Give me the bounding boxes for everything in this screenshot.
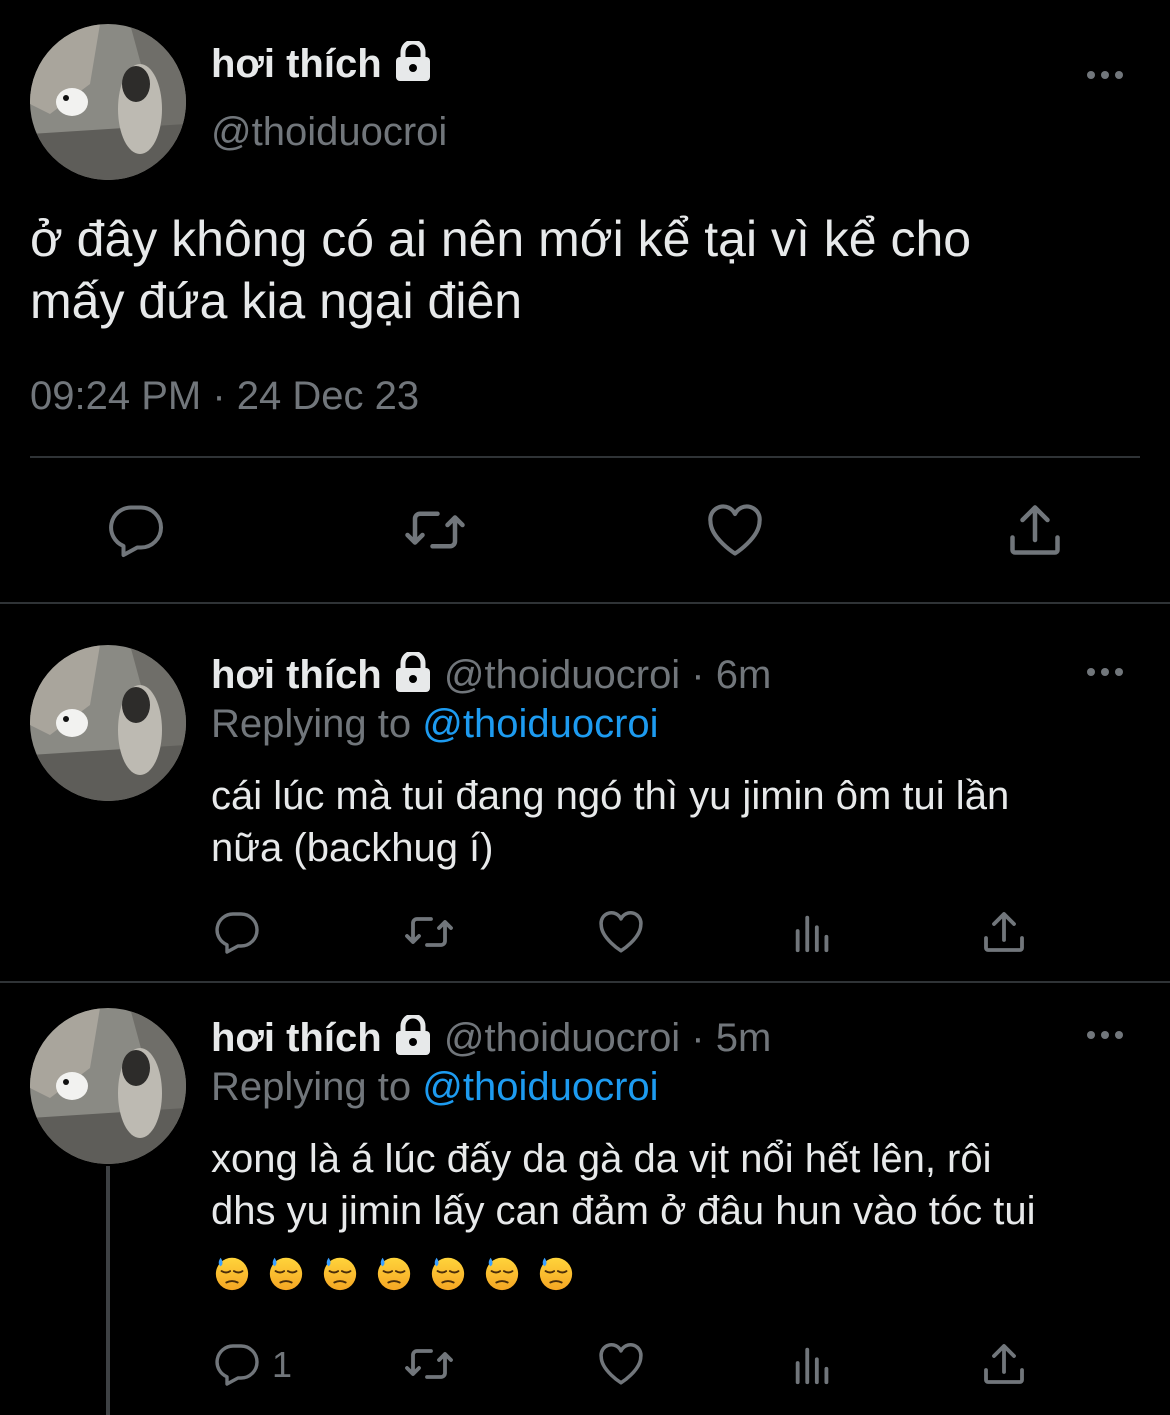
display-name-text: hơi thích [211,42,382,86]
like-button[interactable] [596,1340,646,1386]
share-button[interactable] [980,908,1028,956]
downcast-sweat-emoji [431,1257,465,1291]
reply-header: hơi thích @thoiduocroi · 6m [211,652,771,698]
share-icon [984,912,1024,952]
retweet-button[interactable] [402,1340,456,1388]
avatar[interactable] [30,24,186,180]
replying-handle-link[interactable]: @thoiduocroi [422,1065,658,1109]
reply-count: 1 [272,1344,293,1385]
reply-text-line: cái lúc mà tui đang ngó thì yu jimin ôm … [211,774,1010,818]
retweet-icon [405,511,465,549]
heart-icon [599,1343,643,1385]
reply-text-line: nữa (backhug í) [211,826,494,870]
lock-icon [395,652,430,693]
downcast-sweat-emoji [539,1257,573,1291]
emoji-row [213,1254,591,1292]
bar-chart-icon [795,1347,829,1385]
heart-icon [599,911,643,953]
tweet-text-line: mấy đứa kia ngại điên [30,273,523,329]
thread-line [106,1166,110,1415]
speech-bubble-icon [215,1344,259,1386]
tweet-text-line: ở đây không có ai nên mới kể tại vì kể c… [30,211,972,267]
replying-handle-link[interactable]: @thoiduocroi [422,702,658,746]
display-name[interactable]: hơi thích [211,41,433,87]
display-name[interactable]: hơi thích [211,653,382,697]
reply-text: cái lúc mà tui đang ngó thì yu jimin ôm … [211,770,1009,874]
retweet-button[interactable] [402,908,456,956]
avatar[interactable] [30,1008,186,1164]
downcast-sweat-emoji [377,1257,411,1291]
share-icon [1010,505,1060,555]
downcast-sweat-emoji [485,1257,519,1291]
downcast-sweat-emoji [269,1257,303,1291]
reply-button[interactable] [213,908,261,956]
timestamp[interactable]: 09:24 PM · 24 Dec 23 [30,374,419,419]
reply-text-line: xong là á lúc đấy da gà da vịt nổi hết l… [211,1137,992,1181]
like-button[interactable] [704,500,766,558]
lock-icon [395,41,430,82]
speech-bubble-icon [215,912,259,954]
speech-bubble-icon [109,505,163,557]
downcast-sweat-emoji [323,1257,357,1291]
like-button[interactable] [596,908,646,954]
divider [0,602,1170,604]
reply-text-line: dhs yu jimin lấy can đảm ở đâu hun vào t… [211,1189,1036,1233]
more-icon[interactable] [1087,69,1127,81]
views-button[interactable] [790,910,836,956]
retweet-icon [405,1349,453,1379]
handle[interactable]: @thoiduocroi [211,110,447,155]
share-icon [984,1344,1024,1384]
handle-time[interactable]: @thoiduocroi · 6m [444,653,771,697]
replying-prefix: Replying to [211,1065,412,1109]
handle-time[interactable]: @thoiduocroi · 5m [444,1016,771,1060]
tweet-text: ở đây không có ai nên mới kể tại vì kể c… [30,208,971,332]
reply-header: hơi thích @thoiduocroi · 5m [211,1015,771,1061]
views-button[interactable] [790,1342,836,1388]
share-button[interactable] [980,1340,1028,1388]
display-name[interactable]: hơi thích [211,1016,382,1060]
retweet-button[interactable] [402,500,468,560]
share-button[interactable] [1005,500,1065,560]
divider [0,981,1170,983]
lock-icon [395,1015,430,1056]
more-icon[interactable] [1087,666,1127,678]
reply-button[interactable] [213,1340,261,1388]
replying-to: Replying to @thoiduocroi [211,702,659,747]
divider [30,456,1140,458]
replying-prefix: Replying to [211,702,412,746]
replying-to: Replying to @thoiduocroi [211,1065,659,1110]
heart-icon [708,504,762,556]
retweet-icon [405,917,453,947]
bar-chart-icon [795,915,829,953]
reply-button[interactable] [106,500,166,560]
more-icon[interactable] [1087,1029,1127,1041]
avatar[interactable] [30,645,186,801]
downcast-sweat-emoji [215,1257,249,1291]
reply-text: xong là á lúc đấy da gà da vịt nổi hết l… [211,1133,1035,1237]
